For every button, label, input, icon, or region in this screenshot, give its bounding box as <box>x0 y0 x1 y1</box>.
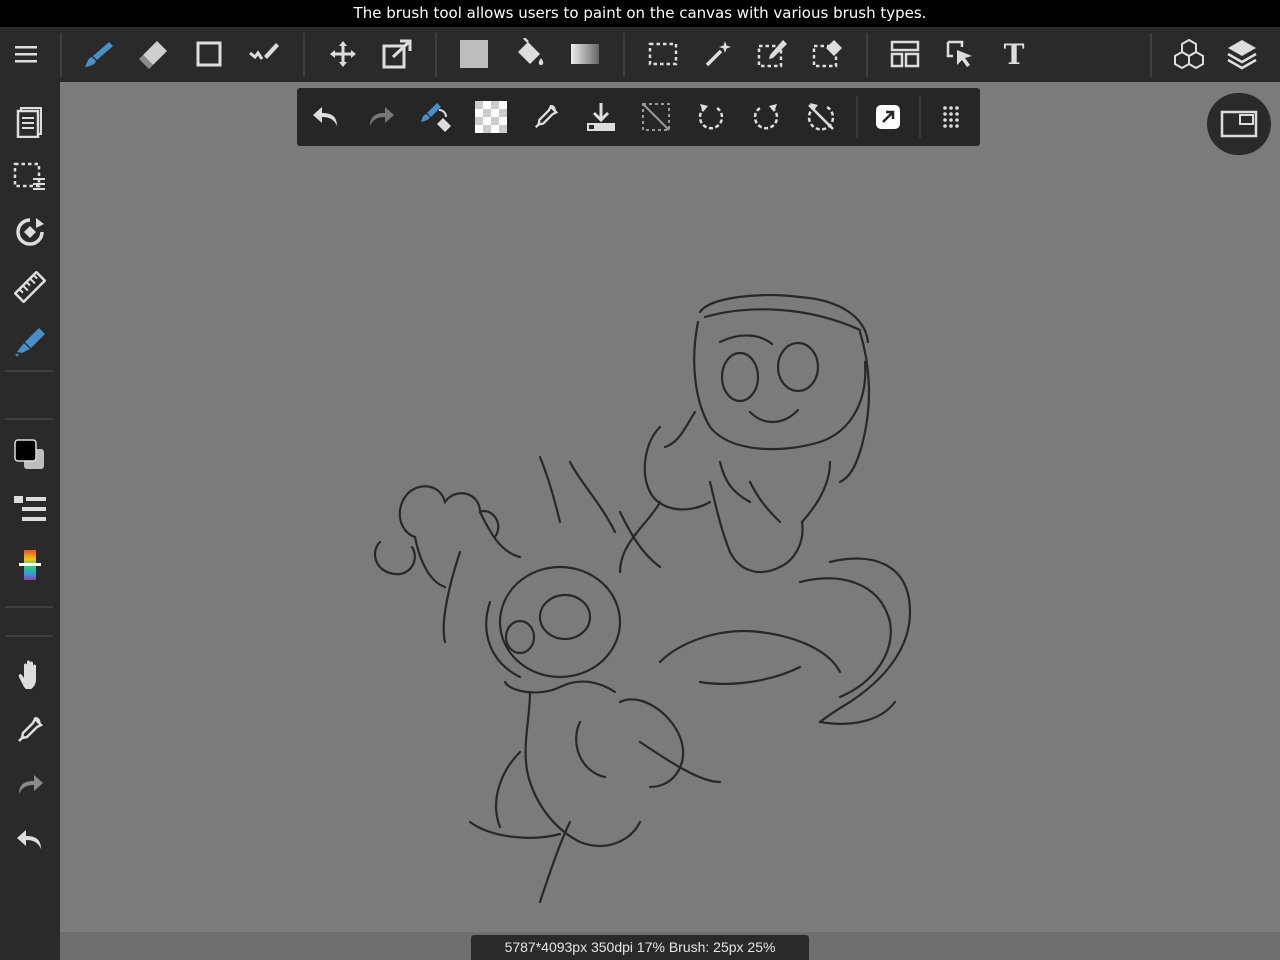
ruler-icon <box>14 271 46 303</box>
eyedropper-command-button[interactable] <box>523 94 569 140</box>
menu-icon <box>15 44 39 64</box>
pages-icon <box>15 106 45 138</box>
pages-button[interactable] <box>5 99 55 145</box>
export-button[interactable] <box>865 94 911 140</box>
color-slider-icon <box>15 548 45 582</box>
redo-command-button[interactable] <box>358 94 404 140</box>
top-toolbar: T <box>0 27 1280 82</box>
rotate-left-icon <box>696 102 726 132</box>
fill-color-button[interactable] <box>451 31 497 77</box>
3d-button[interactable] <box>1166 31 1212 77</box>
save-icon <box>585 101 617 133</box>
selection-layer-button[interactable] <box>5 154 55 200</box>
color-slider-button[interactable] <box>5 542 55 588</box>
text-tool-button[interactable]: T <box>991 31 1037 77</box>
move-icon <box>328 39 358 69</box>
deselect-command-button[interactable] <box>633 94 679 140</box>
reset-rotation-button[interactable] <box>798 94 844 140</box>
selection-layer-icon <box>13 162 47 192</box>
ruler-button[interactable] <box>5 264 55 310</box>
canvas[interactable] <box>60 82 1280 932</box>
rotate-view-button[interactable] <box>5 209 55 255</box>
bucket-tool-button[interactable] <box>507 31 553 77</box>
correction-icon <box>247 39 281 69</box>
frame-icon <box>890 40 920 68</box>
correction-tool-button[interactable] <box>241 31 287 77</box>
brush-eraser-toggle-button[interactable] <box>413 94 459 140</box>
eyedropper-icon <box>15 715 45 745</box>
hand-button[interactable] <box>5 652 55 698</box>
transform-tool-button[interactable] <box>374 31 420 77</box>
layers-icon <box>1225 37 1259 71</box>
brush-list-icon <box>13 495 47 525</box>
shape-tool-button[interactable] <box>186 31 232 77</box>
color-swatch-icon <box>13 438 47 472</box>
undo-button[interactable] <box>5 817 55 863</box>
fill-color-icon <box>459 39 489 69</box>
transparent-color-button[interactable] <box>468 94 514 140</box>
select-eraser-button[interactable] <box>805 31 851 77</box>
text-icon: T <box>1003 37 1025 71</box>
save-command-button[interactable] <box>578 94 624 140</box>
hand-icon <box>15 659 45 691</box>
pen-icon <box>13 326 47 358</box>
rotate-right-button[interactable] <box>743 94 789 140</box>
frame-tool-button[interactable] <box>882 31 928 77</box>
select-pen-icon <box>757 39 789 69</box>
rotate-left-button[interactable] <box>688 94 734 140</box>
command-bar <box>297 88 980 146</box>
pen-button[interactable] <box>5 319 55 365</box>
brush-icon <box>82 37 116 71</box>
undo-icon <box>311 104 341 130</box>
operation-tool-button[interactable] <box>937 31 983 77</box>
transform-icon <box>380 37 414 71</box>
layers-button[interactable] <box>1219 31 1265 77</box>
3d-icon <box>1172 37 1206 71</box>
select-rect-button[interactable] <box>640 31 686 77</box>
redo-icon <box>366 104 396 130</box>
bucket-icon <box>514 38 546 70</box>
eyedropper-icon <box>532 103 560 131</box>
magic-wand-icon <box>703 39 733 69</box>
brush-list-button[interactable] <box>5 487 55 533</box>
select-rect-icon <box>648 42 678 66</box>
deselect-icon <box>641 102 671 132</box>
move-tool-button[interactable] <box>320 31 366 77</box>
undo-icon <box>15 827 45 853</box>
transparent-color-icon <box>475 101 507 133</box>
gradient-icon <box>570 42 600 66</box>
color-swatch-button[interactable] <box>5 432 55 478</box>
redo-button[interactable] <box>5 762 55 808</box>
brush-tool-button[interactable] <box>76 31 122 77</box>
export-icon <box>875 104 901 130</box>
gradient-tool-button[interactable] <box>562 31 608 77</box>
navigator-icon <box>1220 110 1258 138</box>
select-pen-button[interactable] <box>750 31 796 77</box>
shape-icon <box>194 39 224 69</box>
left-sidebar <box>0 82 60 960</box>
menu-button[interactable] <box>4 31 50 77</box>
eraser-tool-button[interactable] <box>131 31 177 77</box>
more-icon <box>941 104 961 130</box>
tooltip-bar: The brush tool allows users to paint on … <box>0 0 1280 27</box>
reset-rotation-icon <box>805 101 837 133</box>
rotate-view-icon <box>14 216 46 248</box>
select-eraser-icon <box>812 39 844 69</box>
brush-eraser-toggle-icon <box>419 100 453 134</box>
rotate-right-icon <box>751 102 781 132</box>
redo-icon <box>15 772 45 798</box>
undo-command-button[interactable] <box>303 94 349 140</box>
magic-wand-button[interactable] <box>695 31 741 77</box>
navigator-button[interactable] <box>1207 93 1271 155</box>
sketch-drawing <box>373 294 912 904</box>
more-commands-button[interactable] <box>928 94 974 140</box>
eyedropper-button[interactable] <box>5 707 55 753</box>
status-bar: 5787*4093px 350dpi 17% Brush: 25px 25% <box>471 935 809 960</box>
eraser-icon <box>137 37 171 71</box>
operation-icon <box>945 39 975 69</box>
